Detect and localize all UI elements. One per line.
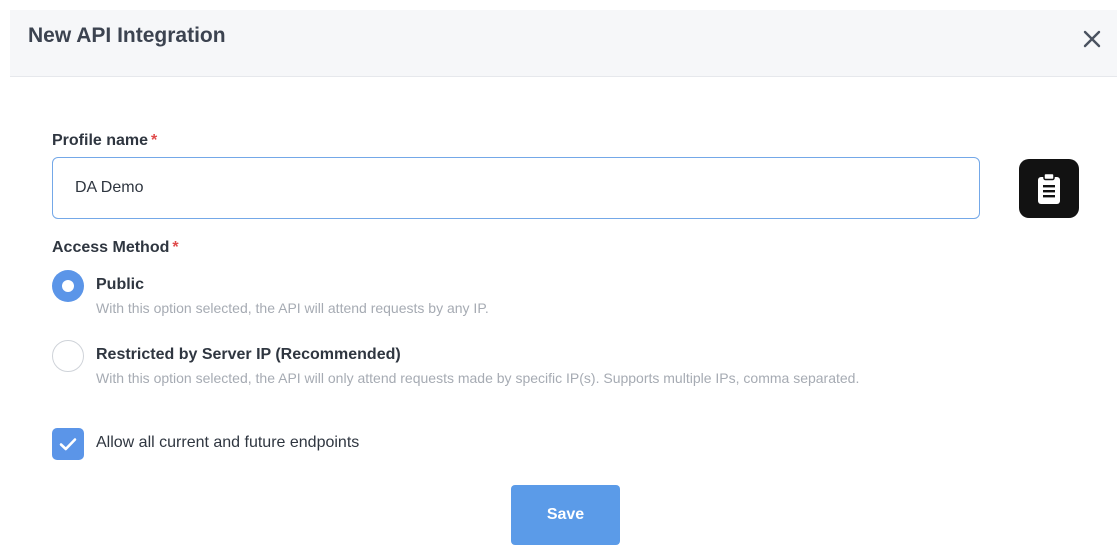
radio-restricted[interactable] bbox=[52, 340, 84, 372]
profile-name-label-text: Profile name bbox=[52, 132, 149, 149]
close-button[interactable] bbox=[1079, 26, 1105, 52]
clipboard-button[interactable] bbox=[1019, 159, 1079, 218]
required-mark: * bbox=[172, 239, 179, 256]
option-restricted-title: Restricted by Server IP (Recommended) bbox=[96, 346, 401, 363]
profile-name-input[interactable] bbox=[52, 157, 980, 219]
clipboard-icon bbox=[1038, 172, 1060, 204]
close-icon bbox=[1083, 30, 1101, 48]
option-public-title: Public bbox=[96, 276, 145, 293]
profile-name-label: Profile name * bbox=[52, 132, 157, 150]
allow-endpoints-checkbox[interactable] bbox=[52, 428, 84, 460]
allow-endpoints-label[interactable]: Allow all current and future endpoints bbox=[96, 434, 359, 452]
modal-title: New API Integration bbox=[28, 24, 226, 47]
option-restricted-description: With this option selected, the API will … bbox=[96, 370, 860, 386]
save-button[interactable]: Save bbox=[511, 485, 620, 545]
access-method-label-text: Access Method bbox=[52, 239, 170, 256]
required-mark: * bbox=[151, 132, 158, 149]
access-method-label: Access Method * bbox=[52, 239, 179, 257]
radio-public[interactable] bbox=[52, 270, 84, 302]
option-public-description: With this option selected, the API will … bbox=[96, 300, 489, 316]
modal-header: New API Integration bbox=[10, 10, 1117, 77]
checkmark-icon bbox=[59, 438, 77, 451]
